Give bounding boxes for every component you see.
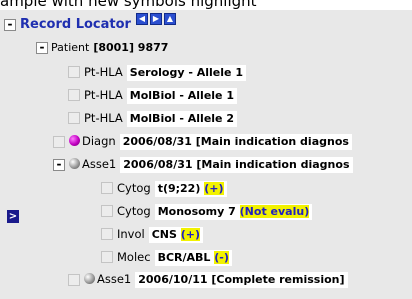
caption-text: ample with new symbols highlight [0,0,412,9]
row-category: Pt-HLA [84,65,123,79]
nav-forward-icon[interactable]: ▶ [150,13,162,25]
leaf-box [68,66,80,78]
row-category: Asse1 [82,157,117,171]
status-flag: (Not evalu) [239,205,310,218]
nav-up-icon[interactable]: ▲ [164,13,176,25]
patient-collapse-toggle[interactable]: - [36,41,48,54]
row-value: Monosomy 7 [157,205,236,218]
row-value: BCR/ABL [157,251,211,264]
tree-row-involvement[interactable]: Invol CNS (+) [117,225,204,243]
leaf-box [68,112,80,124]
nav-back-icon[interactable]: ◀ [136,13,148,25]
patient-id: [8001] 9877 [93,41,169,54]
row-value: 2006/10/11 [Complete remission] [135,272,348,288]
tree-row-assessment-1[interactable]: Asse1 2006/08/31 [Main indication diagnos [69,155,353,173]
current-row-pointer-icon: > [7,210,19,223]
gray-ball-icon [84,273,95,284]
tree-row-pt-hla-2[interactable]: Pt-HLA MolBiol - Allele 1 [84,86,237,104]
leaf-box [101,251,113,263]
row-value: Serology - Allele 1 [126,65,246,81]
status-flag: (+) [180,228,201,241]
row-value: 2006/08/31 [Main indication diagnos [119,134,352,150]
row-category: Cytog [117,204,151,218]
tree-row-cytogenetics-1[interactable]: Cytog t(9;22) (+) [117,179,227,197]
leaf-box [68,89,80,101]
patient-node[interactable]: Patient [8001] 9877 [51,39,168,57]
status-flag: (+) [204,182,224,195]
leaf-box [101,205,113,217]
row-value-box: BCR/ABL (-) [154,250,232,266]
row-category: Pt-HLA [84,88,123,102]
tree-row-molecular[interactable]: Molec BCR/ABL (-) [117,248,232,266]
row-value: 2006/08/31 [Main indication diagnos [120,157,353,173]
root-collapse-toggle[interactable]: - [4,18,16,31]
row-value-box: CNS (+) [148,227,204,243]
record-tree-panel: - Record Locator ◀ ▶ ▲ - Patient [8001] 9… [0,10,412,299]
leaf-box [101,182,113,194]
row-category: Cytog [117,181,151,195]
row-category: Pt-HLA [84,111,123,125]
row-value-box: t(9;22) (+) [154,181,227,197]
row-category: Invol [117,227,145,241]
row-value: MolBiol - Allele 1 [126,88,237,104]
leaf-box [101,228,113,240]
status-flag: (-) [214,251,229,264]
magenta-ball-icon [69,135,80,146]
patient-label: Patient [51,41,90,54]
row-value: CNS [151,228,177,241]
record-locator-title: Record Locator [20,17,131,32]
tree-row-pt-hla-1[interactable]: Pt-HLA Serology - Allele 1 [84,63,246,81]
leaf-box [53,136,65,148]
row-category: Diagn [82,134,116,148]
row-value-box: Monosomy 7 (Not evalu) [154,204,313,220]
row-value: MolBiol - Allele 2 [126,111,237,127]
row-category: Asse1 [97,272,132,286]
row-category: Molec [117,250,151,264]
caption-before: ample with new symbols highlight [0,0,257,10]
tree-row-cytogenetics-2[interactable]: Cytog Monosomy 7 (Not evalu) [117,202,313,220]
tree-row-diagnosis[interactable]: Diagn 2006/08/31 [Main indication diagnos [69,132,352,150]
tree-row-pt-hla-3[interactable]: Pt-HLA MolBiol - Allele 2 [84,109,237,127]
gray-ball-icon [69,158,80,169]
tree-row-assessment-2[interactable]: Asse1 2006/10/11 [Complete remission] [84,270,348,288]
leaf-box [68,274,80,286]
assessment-collapse-toggle[interactable]: - [53,158,65,171]
row-value: t(9;22) [157,182,201,195]
